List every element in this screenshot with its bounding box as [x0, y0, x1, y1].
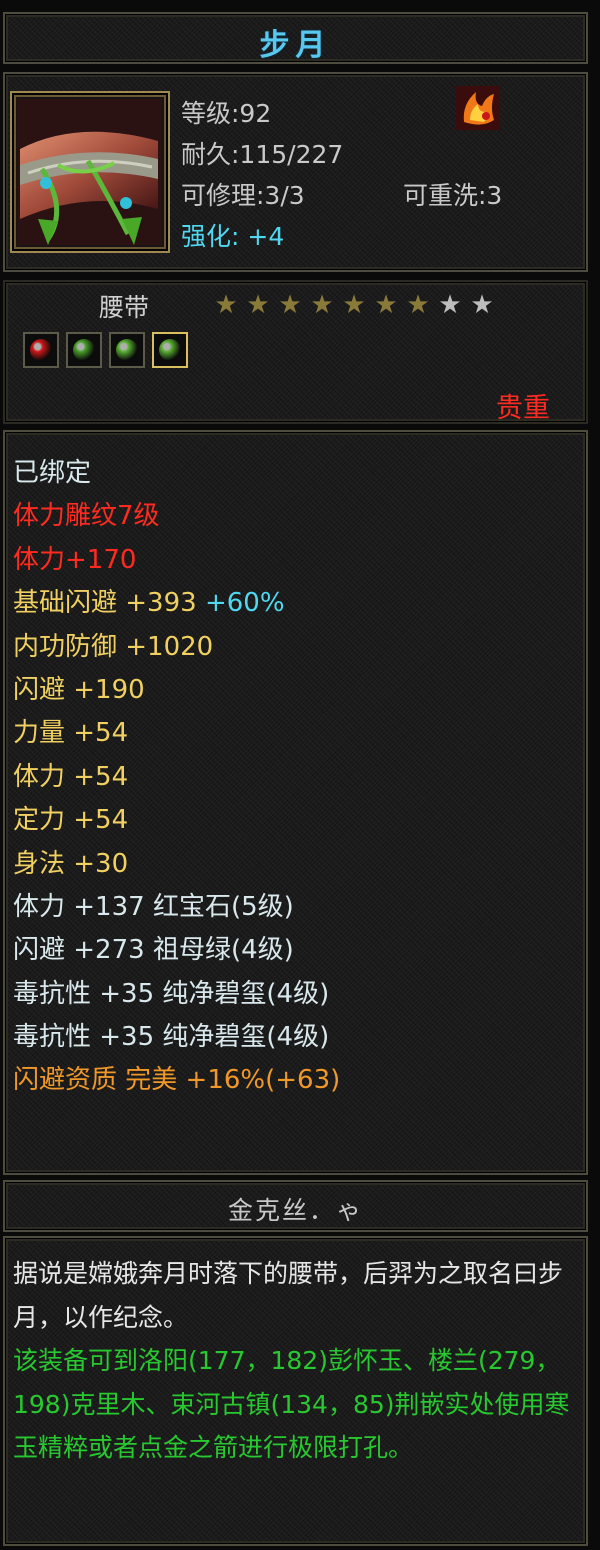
- stat-line: 闪避资质 完美 +16%(+63): [13, 1059, 340, 1102]
- stat-segment: 毒抗性 +35 纯净碧玺(4级): [13, 978, 330, 1009]
- stat-line: 基础闪避 +393 +60%: [13, 582, 340, 625]
- star-empty-icon: ★: [438, 290, 462, 320]
- stat-segment: 内功防御 +1020: [13, 631, 214, 662]
- stat-segment: 体力雕纹7级: [13, 501, 160, 532]
- gem-socket[interactable]: [109, 332, 145, 368]
- star-filled-icon: ★: [310, 290, 334, 320]
- item-stats-panel: 已绑定体力雕纹7级 体力+170 基础闪避 +393 +60% 内功防御 +1020 闪…: [3, 430, 588, 1175]
- stat-segment: 体力+170: [13, 544, 137, 575]
- gem-socket[interactable]: [23, 332, 59, 368]
- stat-line: 闪避 +190: [13, 669, 340, 712]
- star-empty-icon: ★: [470, 290, 494, 320]
- item-repairable: 可修理:3/3: [181, 181, 305, 210]
- star-filled-icon: ★: [246, 290, 270, 320]
- green-gem-icon: [73, 339, 95, 361]
- socket-hint-text: 该装备可到洛阳(177，182)彭怀玉、楼兰(279，198)克里木、束河古镇(…: [13, 1346, 570, 1462]
- lore-text: 据说是嫦娥奔月时落下的腰带，后羿为之取名曰步月，以作纪念。: [13, 1259, 564, 1332]
- stat-segment: 身法 +30: [13, 848, 129, 879]
- stat-segment: 力量 +54: [13, 718, 129, 749]
- item-enhance: 强化: +4: [181, 222, 285, 251]
- item-description: 据说是嫦娥奔月时落下的腰带，后羿为之取名曰步月，以作纪念。 该装备可到洛阳(17…: [13, 1252, 572, 1470]
- stat-segment: 闪避资质 完美 +16%(+63): [13, 1065, 341, 1096]
- stat-line: 身法 +30: [13, 843, 340, 886]
- stat-segment: +60%: [204, 588, 285, 619]
- gem-socket[interactable]: [152, 332, 188, 368]
- item-rewash: 可重洗:3: [403, 181, 503, 210]
- stat-segment: 闪避 +273 祖母绿(4级): [13, 935, 294, 966]
- flame-emblem-icon: [456, 86, 500, 130]
- item-rarity: 贵重: [496, 393, 550, 424]
- star-filled-icon: ★: [342, 290, 366, 320]
- stat-line: 毒抗性 +35 纯净碧玺(4级): [13, 1016, 340, 1059]
- gem-sockets: [23, 332, 188, 368]
- star-filled-icon: ★: [278, 290, 302, 320]
- item-level: 等级:92: [181, 99, 272, 128]
- stat-segment: 毒抗性 +35 纯净碧玺(4级): [13, 1022, 330, 1053]
- stat-segment: 已绑定: [13, 458, 92, 488]
- stat-line: 已绑定: [13, 452, 340, 495]
- star-filled-icon: ★: [374, 290, 398, 320]
- stat-line: 定力 +54: [13, 799, 340, 842]
- green-gem-icon: [116, 339, 138, 361]
- star-filled-icon: ★: [214, 290, 238, 320]
- item-type: 腰带: [99, 293, 150, 322]
- stat-line: 体力 +137 红宝石(5级): [13, 886, 340, 929]
- description-panel: 据说是嫦娥奔月时落下的腰带，后羿为之取名曰步月，以作纪念。 该装备可到洛阳(17…: [3, 1236, 588, 1546]
- item-type-panel: 腰带 ★ ★ ★ ★ ★ ★ ★ ★ ★ 贵重: [3, 280, 588, 424]
- stat-segment: 基础闪避 +393: [13, 588, 205, 619]
- stat-line: 毒抗性 +35 纯净碧玺(4级): [13, 973, 340, 1016]
- stat-line: 体力雕纹7级: [13, 495, 340, 538]
- star-filled-icon: ★: [406, 290, 430, 320]
- stat-line: 闪避 +273 祖母绿(4级): [13, 929, 340, 972]
- maker-panel: 金克丝．ゃ: [3, 1180, 588, 1232]
- star-rating: ★ ★ ★ ★ ★ ★ ★ ★ ★: [212, 292, 496, 318]
- stat-segment: 体力 +54: [13, 761, 129, 792]
- title-bar: 步月: [3, 12, 588, 64]
- stat-line: 力量 +54: [13, 712, 340, 755]
- stat-line: 体力+170: [13, 539, 340, 582]
- item-maker: 金克丝．ゃ: [227, 1196, 363, 1225]
- belt-icon: [10, 91, 170, 253]
- red-gem-icon: [30, 339, 52, 361]
- green-gem-icon: [159, 339, 181, 361]
- stat-line: 体力 +54: [13, 756, 340, 799]
- item-info-panel: 等级:92 耐久:115/227 可修理:3/3 可重洗:3 强化: +4: [3, 72, 588, 272]
- stat-segment: 闪避 +190: [13, 674, 145, 705]
- item-name: 步月: [259, 28, 332, 63]
- item-durability: 耐久:115/227: [181, 140, 344, 169]
- stats-list: 已绑定体力雕纹7级 体力+170 基础闪避 +393 +60% 内功防御 +1020 闪…: [13, 452, 340, 1103]
- stat-segment: 定力 +54: [13, 805, 129, 836]
- stat-line: 内功防御 +1020: [13, 626, 340, 669]
- gem-socket[interactable]: [66, 332, 102, 368]
- stat-segment: 体力 +137 红宝石(5级): [13, 891, 294, 922]
